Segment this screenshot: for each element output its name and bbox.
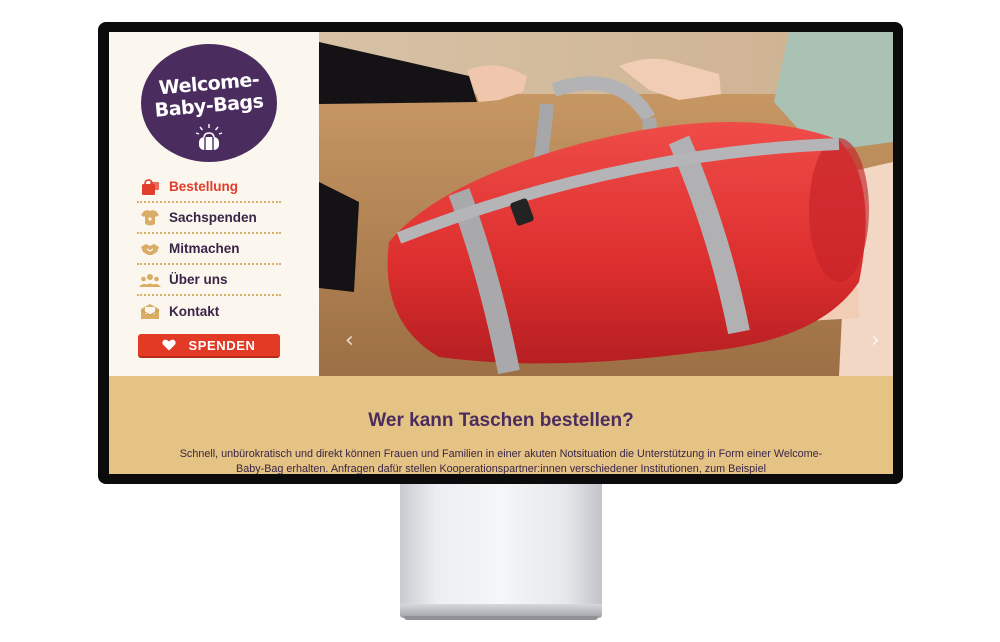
nav-item-bestellung[interactable]: Bestellung — [137, 172, 281, 203]
handshake-icon — [139, 240, 161, 258]
monitor-stand — [400, 484, 602, 606]
slider-prev-arrow[interactable]: ‹ — [345, 330, 359, 352]
donate-button-label: SPENDEN — [188, 337, 256, 353]
hero-photo — [319, 32, 893, 376]
heart-icon — [162, 339, 177, 351]
website-screen: Welcome- Baby-Bags Bestellung Sachspende… — [109, 32, 893, 474]
bag-icon — [195, 124, 223, 150]
nav-label-mitmachen: Mitmachen — [169, 241, 240, 256]
section-heading: Wer kann Taschen bestellen? — [368, 410, 634, 431]
nav-label-bestellung: Bestellung — [169, 179, 239, 194]
sidebar: Welcome- Baby-Bags Bestellung Sachspende… — [109, 32, 319, 376]
nav-item-mitmachen[interactable]: Mitmachen — [137, 234, 281, 265]
group-icon — [139, 271, 161, 289]
content-section: Wer kann Taschen bestellen? Schnell, unb… — [109, 376, 893, 474]
site-logo[interactable]: Welcome- Baby-Bags — [141, 44, 277, 162]
donate-button[interactable]: SPENDEN — [138, 334, 280, 358]
nav-item-sachspenden[interactable]: Sachspenden — [137, 203, 281, 234]
hero-image-slider: ‹ › — [319, 32, 893, 376]
nav-label-sachspenden: Sachspenden — [169, 210, 257, 225]
nav-label-kontakt: Kontakt — [169, 304, 220, 319]
nav-item-ueber-uns[interactable]: Über uns — [137, 265, 281, 296]
slider-next-arrow[interactable]: › — [871, 330, 885, 352]
monitor-stand-foot — [404, 616, 598, 620]
chevron-left-icon: ‹ — [345, 328, 354, 353]
nav-item-kontakt[interactable]: Kontakt — [137, 296, 281, 327]
chevron-right-icon: › — [871, 328, 880, 353]
main-navigation: Bestellung Sachspenden Mitmachen Über un… — [137, 172, 281, 327]
section-paragraph: Schnell, unbürokratisch und direkt könne… — [179, 448, 823, 474]
nav-label-ueber-uns: Über uns — [169, 272, 228, 287]
envelope-icon — [139, 303, 161, 321]
baby-onesie-icon — [139, 209, 161, 227]
shopping-bag-icon — [139, 178, 161, 196]
